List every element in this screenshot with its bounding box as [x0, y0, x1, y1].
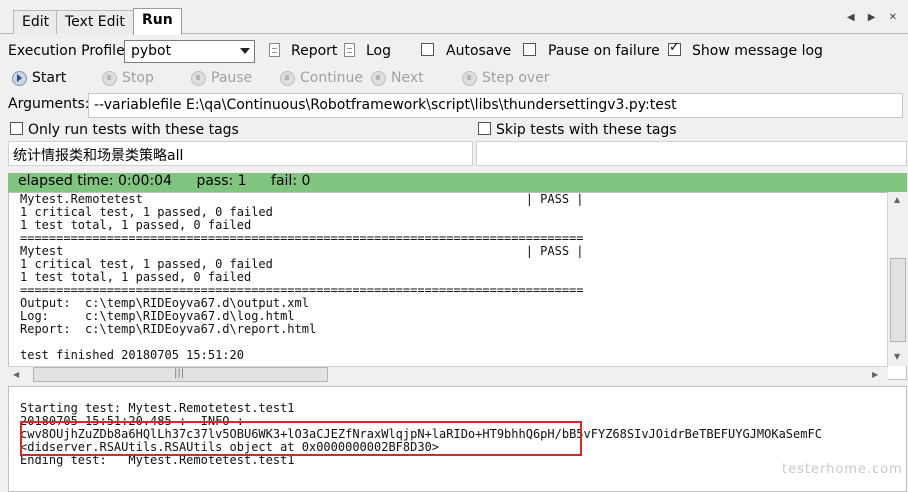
- autosave-label: Autosave: [446, 43, 512, 59]
- scroll-up-icon[interactable]: ▲: [894, 195, 900, 204]
- step-over-button[interactable]: Step over: [462, 68, 550, 88]
- continue-button[interactable]: Continue: [280, 68, 363, 88]
- skip-tags-input[interactable]: [476, 141, 907, 166]
- pause-label: Pause: [211, 70, 253, 86]
- stop-button[interactable]: Stop: [102, 68, 154, 88]
- elapsed-time: elapsed time: 0:00:04: [18, 173, 172, 189]
- stop-icon: [102, 70, 117, 86]
- run-status-bar: elapsed time: 0:00:04 pass: 1 fail: 0: [8, 173, 907, 192]
- next-icon: [371, 70, 386, 86]
- log-icon: [344, 43, 355, 57]
- scroll-right-icon[interactable]: ▶: [872, 370, 878, 379]
- output-text: Mytest.Remotetest | PASS | 1 critical tes…: [20, 193, 584, 362]
- step-over-label: Step over: [482, 70, 550, 86]
- arguments-label: Arguments:: [8, 96, 90, 112]
- console-line: Report: c:\temp\RIDEoyva67.d\report.html: [20, 322, 317, 336]
- console-line: test finished 20180705 15:51:20: [20, 348, 244, 362]
- show-message-log-checkbox[interactable]: [668, 40, 681, 56]
- continue-icon: [280, 70, 295, 86]
- fail-count: fail: 0: [271, 173, 311, 189]
- execution-profile-select[interactable]: pybot: [124, 40, 255, 63]
- chevron-down-icon: [240, 48, 250, 54]
- arguments-input[interactable]: --variablefile E:\qa\Continuous\Robotfra…: [88, 93, 903, 118]
- tab-text-edit[interactable]: Text Edit: [56, 10, 134, 34]
- scroll-left-icon[interactable]: ◀: [13, 370, 19, 379]
- play-icon: [12, 70, 27, 86]
- skip-tags-checkbox[interactable]: [478, 122, 491, 135]
- horizontal-scroll-thumb[interactable]: |||: [33, 367, 328, 382]
- execution-profile-label: Execution Profile:: [8, 43, 130, 59]
- highlight-annotation: [20, 421, 582, 456]
- only-run-tags-input[interactable]: 统计情报类和场景类策略all: [8, 141, 473, 166]
- report-button[interactable]: Report: [291, 43, 337, 59]
- report-icon: [269, 43, 280, 57]
- tab-edit[interactable]: Edit: [13, 10, 59, 34]
- log-button[interactable]: Log: [366, 43, 391, 59]
- show-message-log-label: Show message log: [692, 43, 823, 59]
- vertical-scroll-thumb[interactable]: [890, 258, 906, 342]
- next-label: Next: [391, 70, 424, 86]
- autosave-checkbox[interactable]: [421, 43, 434, 56]
- step-over-icon: [462, 70, 477, 86]
- start-label: Start: [32, 70, 67, 86]
- stop-label: Stop: [122, 70, 154, 86]
- tab-run[interactable]: Run: [133, 8, 182, 35]
- continue-label: Continue: [300, 70, 363, 86]
- watermark: testerhome.com: [782, 462, 903, 477]
- pause-on-failure-checkbox[interactable]: [523, 43, 536, 56]
- pause-on-failure-label: Pause on failure: [548, 43, 660, 59]
- only-run-tags-checkbox[interactable]: [10, 122, 23, 135]
- grip-icon: |||: [174, 368, 185, 379]
- start-button[interactable]: Start: [12, 68, 66, 88]
- next-button[interactable]: Next: [371, 68, 424, 88]
- pause-icon: [191, 70, 206, 86]
- scroll-down-icon[interactable]: ▼: [894, 352, 900, 361]
- tab-nav-arrows[interactable]: ◀ ▶ ✕: [847, 12, 902, 23]
- execution-profile-value: pybot: [131, 43, 172, 59]
- pass-count: pass: 1: [196, 173, 247, 189]
- skip-tags-label: Skip tests with these tags: [496, 122, 677, 138]
- only-run-tags-label: Only run tests with these tags: [28, 122, 239, 138]
- pause-button[interactable]: Pause: [191, 68, 252, 88]
